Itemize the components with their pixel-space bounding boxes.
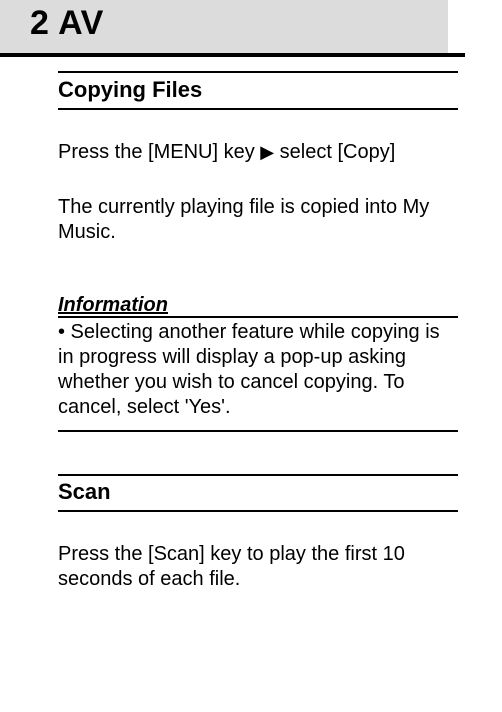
chapter-rule bbox=[0, 53, 465, 57]
section-heading-copying: Copying Files bbox=[58, 71, 458, 110]
chapter-title: 2 AV bbox=[30, 4, 448, 43]
play-arrow-icon: ▶ bbox=[260, 142, 274, 162]
info-heading: Information bbox=[58, 295, 168, 315]
info-body: • Selecting another feature while copyin… bbox=[58, 320, 458, 432]
section-heading-scan: Scan bbox=[58, 474, 458, 512]
copy-instruction: Press the [MENU] key ▶ select [Copy] bbox=[58, 140, 458, 165]
page-content: Copying Files Press the [MENU] key ▶ sel… bbox=[0, 71, 502, 592]
copy-instruction-suffix: select [Copy] bbox=[274, 141, 395, 163]
chapter-banner: 2 AV bbox=[0, 0, 448, 53]
copy-instruction-prefix: Press the [MENU] key bbox=[58, 141, 260, 163]
info-heading-row: Information bbox=[58, 275, 458, 318]
copy-description: The currently playing file is copied int… bbox=[58, 195, 458, 245]
scan-body: Press the [Scan] key to play the first 1… bbox=[58, 542, 458, 592]
